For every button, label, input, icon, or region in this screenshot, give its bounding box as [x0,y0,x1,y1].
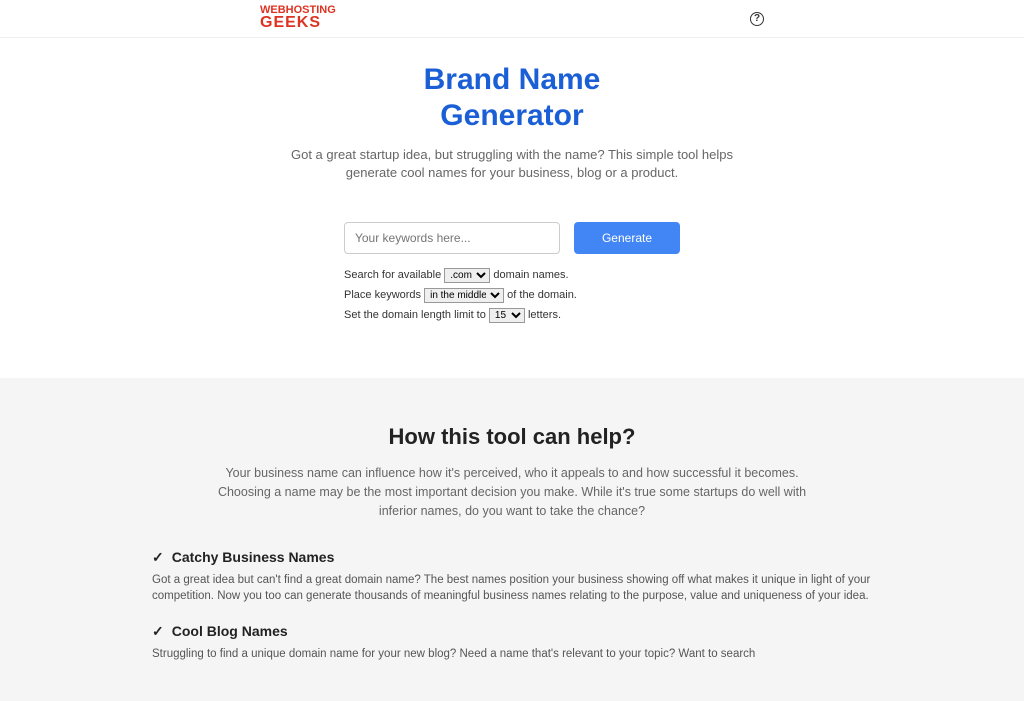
logo[interactable]: WEBHOSTING GEEKS [260,6,336,30]
header: WEBHOSTING GEEKS ? [0,0,1024,38]
page-subtitle: Got a great startup idea, but struggling… [282,146,742,182]
feature-item: Cool Blog Names Struggling to find a uni… [142,623,882,663]
feature-title: Catchy Business Names [152,549,872,566]
keywords-input[interactable] [344,222,560,254]
logo-line-2: GEEKS [260,16,336,30]
feature-title: Cool Blog Names [152,623,872,640]
how-section: How this tool can help? Your business na… [0,378,1024,700]
how-description: Your business name can influence how it'… [202,464,822,520]
generate-button[interactable]: Generate [574,222,680,254]
length-pre-text: Set the domain length limit to [344,309,489,321]
feature-body: Got a great idea but can't find a great … [152,572,872,605]
page-title: Brand Name Generator [0,62,1024,134]
tld-post-text: domain names. [493,269,568,281]
length-select[interactable]: 15 [489,308,525,323]
length-option-line: Set the domain length limit to 15 letter… [344,308,680,323]
placement-select[interactable]: in the middle [424,288,504,303]
tld-pre-text: Search for available [344,269,444,281]
placement-pre-text: Place keywords [344,289,424,301]
tld-option-line: Search for available .com domain names. [344,268,680,283]
title-line-1: Brand Name [424,63,601,96]
how-title: How this tool can help? [142,424,882,450]
length-post-text: letters. [528,309,561,321]
placement-post-text: of the domain. [507,289,577,301]
hero-section: Brand Name Generator Got a great startup… [0,38,1024,378]
title-line-2: Generator [440,99,583,132]
feature-body: Struggling to find a unique domain name … [152,646,872,663]
options-panel: Search for available .com domain names. … [344,268,680,323]
feature-item: Catchy Business Names Got a great idea b… [142,549,882,605]
tld-select[interactable]: .com [444,268,490,283]
how-inner: How this tool can help? Your business na… [142,424,882,662]
placement-option-line: Place keywords in the middle of the doma… [344,288,680,303]
generator-form: Generate [0,222,1024,254]
help-icon[interactable]: ? [750,12,764,26]
